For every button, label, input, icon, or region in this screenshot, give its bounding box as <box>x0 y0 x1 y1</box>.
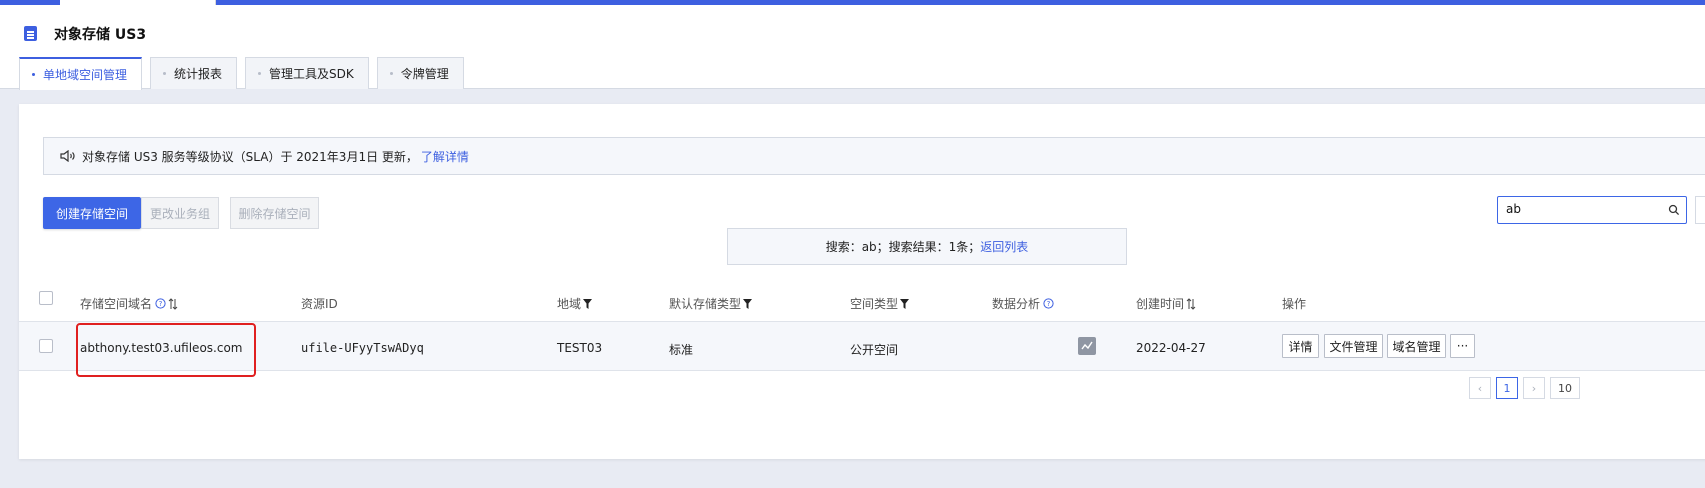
file-management-button[interactable]: 文件管理 <box>1324 334 1383 358</box>
page-size-select[interactable]: 10 <box>1550 377 1580 399</box>
speaker-icon <box>60 150 75 162</box>
resource-id: ufile-UFyyTswADyq <box>301 341 424 355</box>
storage-type: 标准 <box>669 343 694 357</box>
highlight-annotation <box>76 323 256 377</box>
more-actions-button[interactable]: ··· <box>1450 334 1475 358</box>
select-all-checkbox[interactable] <box>39 291 53 305</box>
change-group-button[interactable]: 更改业务组 <box>141 197 219 229</box>
domain-management-button[interactable]: 域名管理 <box>1387 334 1446 358</box>
column-header-label: 创建时间 <box>1136 297 1185 311</box>
filter-icon[interactable] <box>583 298 593 309</box>
column-header-data-analysis: 数据分析 ? <box>992 295 1054 312</box>
trend-line-icon <box>1081 341 1093 350</box>
column-header-resource-id: 资源ID <box>301 295 338 312</box>
create-bucket-button[interactable]: 创建存储空间 <box>43 197 141 229</box>
created-date: 2022-04-27 <box>1136 341 1206 355</box>
details-button[interactable]: 详情 <box>1282 334 1319 358</box>
column-header-label: 空间类型 <box>850 297 899 311</box>
tab-label: 单地域空间管理 <box>43 68 128 82</box>
filter-icon[interactable] <box>743 298 753 309</box>
column-header-label: 资源ID <box>301 297 338 311</box>
toolbar-side-button[interactable] <box>1695 196 1705 224</box>
notice-link[interactable]: 了解详情 <box>421 148 469 165</box>
tab-dot-icon <box>389 72 393 75</box>
pagination-next[interactable]: › <box>1523 377 1545 399</box>
tab-single-region[interactable]: 单地域空间管理 <box>19 57 143 90</box>
column-header-space-type[interactable]: 空间类型 <box>850 295 910 312</box>
column-header-label: 操作 <box>1282 297 1307 311</box>
space-type: 公开空间 <box>850 343 899 357</box>
column-header-region[interactable]: 地域 <box>557 295 593 312</box>
search-box <box>1497 196 1687 224</box>
help-icon[interactable]: ? <box>1043 298 1054 309</box>
row-checkbox[interactable] <box>39 339 53 353</box>
tab-token[interactable]: 令牌管理 <box>376 57 464 89</box>
sort-icon[interactable] <box>1186 297 1196 310</box>
trend-chart-icon[interactable] <box>1078 337 1096 355</box>
delete-bucket-button[interactable]: 删除存储空间 <box>230 197 319 229</box>
tab-statistics[interactable]: 统计报表 <box>150 57 238 89</box>
tab-label: 管理工具及SDK <box>269 67 354 81</box>
tab-tools-sdk[interactable]: 管理工具及SDK <box>245 57 369 89</box>
column-header-created[interactable]: 创建时间 <box>1136 295 1196 312</box>
search-result-banner: 搜索：ab；搜索结果：1条； 返回列表 <box>727 228 1127 265</box>
help-icon[interactable]: ? <box>155 298 166 309</box>
column-header-label: 地域 <box>557 297 582 311</box>
search-icon[interactable] <box>1668 204 1680 216</box>
sort-icon[interactable] <box>168 297 178 310</box>
column-header-label: 默认存储类型 <box>669 297 742 311</box>
pagination-page-1[interactable]: 1 <box>1496 377 1518 399</box>
tab-label: 令牌管理 <box>400 67 449 81</box>
region: TEST03 <box>557 341 603 355</box>
tab-label: 统计报表 <box>174 67 223 81</box>
search-input[interactable] <box>1506 202 1656 216</box>
tab-dot-icon <box>32 73 35 76</box>
svg-text:?: ? <box>159 300 163 308</box>
column-header-label: 数据分析 <box>992 297 1041 311</box>
search-result-text: 搜索：ab；搜索结果：1条； <box>825 240 981 254</box>
filter-icon[interactable] <box>900 298 910 309</box>
svg-text:?: ? <box>1047 300 1051 308</box>
main-card: 对象存储 US3 服务等级协议（SLA）于 2021年3月1日 更新， 了解详情… <box>19 104 1705 459</box>
tab-bar: 单地域空间管理 统计报表 管理工具及SDK 令牌管理 <box>19 57 464 90</box>
page-header: 对象存储 US3 单地域空间管理 统计报表 管理工具及SDK 令牌管理 <box>0 5 1705 90</box>
column-header-domain[interactable]: 存储空间域名 ? <box>80 295 178 312</box>
notice-text: 对象存储 US3 服务等级协议（SLA）于 2021年3月1日 更新， <box>82 149 418 164</box>
back-to-list-link[interactable]: 返回列表 <box>980 238 1028 255</box>
tab-dot-icon <box>163 72 167 75</box>
sla-notice: 对象存储 US3 服务等级协议（SLA）于 2021年3月1日 更新， 了解详情 <box>43 137 1705 175</box>
pagination-prev[interactable]: ‹ <box>1469 377 1491 399</box>
document-icon <box>24 26 37 41</box>
page-title: 对象存储 US3 <box>54 27 147 43</box>
column-header-actions: 操作 <box>1282 295 1306 312</box>
column-header-label: 存储空间域名 <box>80 297 153 311</box>
tab-dot-icon <box>258 72 262 75</box>
column-header-storage-type[interactable]: 默认存储类型 <box>669 295 753 312</box>
